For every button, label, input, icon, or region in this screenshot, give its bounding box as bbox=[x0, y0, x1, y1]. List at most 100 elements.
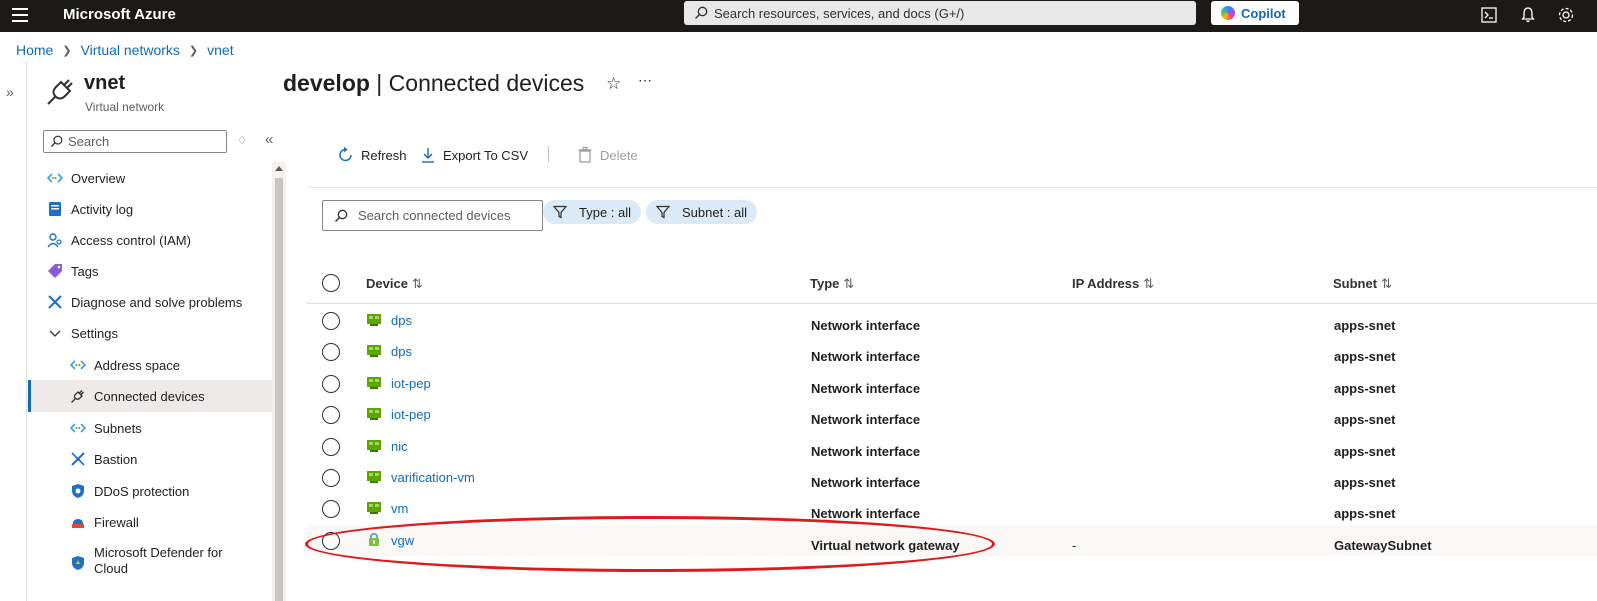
device-name-link[interactable]: dps bbox=[391, 344, 412, 359]
more-options-icon[interactable]: ⋯ bbox=[638, 72, 653, 89]
defender-icon bbox=[72, 556, 84, 570]
menu-item-overview[interactable]: Overview bbox=[28, 162, 272, 194]
menu-item-label: Diagnose and solve problems bbox=[71, 294, 243, 310]
row-select-radio[interactable] bbox=[322, 438, 340, 456]
nic-icon bbox=[367, 377, 381, 389]
notifications-bell-icon[interactable] bbox=[1519, 6, 1537, 24]
table-row[interactable]: iot-pep Network interface apps-snet bbox=[307, 368, 1597, 399]
menu-item-access-control[interactable]: Access control (IAM) bbox=[28, 224, 272, 256]
collapse-menu-icon[interactable]: « bbox=[265, 131, 273, 148]
row-select-radio[interactable] bbox=[322, 532, 340, 550]
hamburger-menu-icon[interactable] bbox=[12, 8, 28, 22]
chevron-right-icon: ❯ bbox=[62, 44, 72, 57]
device-name-link[interactable]: varification-vm bbox=[391, 470, 475, 485]
table-row[interactable]: iot-pep Network interface apps-snet bbox=[307, 399, 1597, 430]
copilot-button[interactable]: Copilot bbox=[1211, 1, 1299, 25]
cloud-shell-icon[interactable] bbox=[1480, 6, 1498, 24]
select-all-radio[interactable] bbox=[322, 274, 340, 292]
nic-icon bbox=[367, 345, 381, 357]
device-name-link[interactable]: iot-pep bbox=[391, 376, 431, 391]
menu-item-label: Address space bbox=[94, 357, 180, 373]
scrollbar-thumb[interactable] bbox=[275, 178, 283, 601]
type-filter-pill[interactable]: Type : all bbox=[543, 200, 642, 224]
device-name-link[interactable]: nic bbox=[391, 439, 408, 454]
breadcrumb-home[interactable]: Home bbox=[16, 42, 53, 58]
column-header-subnet[interactable]: Subnet ⇅ bbox=[1333, 276, 1392, 292]
column-header-device[interactable]: Device ⇅ bbox=[366, 276, 423, 292]
portal-brand[interactable]: Microsoft Azure bbox=[63, 6, 176, 23]
resource-type: Virtual network bbox=[85, 100, 165, 114]
menu-item-activity-log[interactable]: Activity log bbox=[28, 193, 272, 225]
table-row[interactable]: varification-vm Network interface apps-s… bbox=[307, 462, 1597, 493]
menu-group-settings[interactable]: Settings bbox=[28, 317, 272, 349]
device-ip: - bbox=[1072, 538, 1077, 553]
export-csv-button[interactable]: Export To CSV bbox=[419, 145, 528, 165]
menu-item-ddos-protection[interactable]: DDoS protection bbox=[28, 475, 272, 507]
favorite-star-icon[interactable]: ☆ bbox=[606, 74, 621, 94]
menu-item-label: Tags bbox=[71, 263, 99, 279]
devices-grid-header: Device ⇅ Type ⇅ IP Address ⇅ Subnet ⇅ bbox=[307, 268, 1597, 304]
device-name-link[interactable]: iot-pep bbox=[391, 407, 431, 422]
device-name-link[interactable]: dps bbox=[391, 313, 412, 328]
tag-icon bbox=[48, 264, 62, 278]
sort-arrows-icon: ⇅ bbox=[1143, 276, 1155, 291]
row-select-radio[interactable] bbox=[322, 469, 340, 487]
refresh-button[interactable]: Refresh bbox=[337, 145, 407, 165]
menu-item-diagnose[interactable]: Diagnose and solve problems bbox=[28, 286, 272, 318]
delete-button[interactable]: Delete bbox=[576, 145, 638, 165]
resource-name: vnet bbox=[84, 72, 126, 94]
scroll-up-arrow-icon[interactable] bbox=[275, 166, 283, 171]
row-select-radio[interactable] bbox=[322, 343, 340, 361]
menu-item-label: Activity log bbox=[71, 201, 134, 217]
row-select-radio[interactable] bbox=[322, 406, 340, 424]
settings-gear-icon[interactable] bbox=[1557, 6, 1575, 24]
global-search-input[interactable]: Search resources, services, and docs (G+… bbox=[684, 1, 1196, 25]
sort-arrows-icon: ⇅ bbox=[411, 276, 423, 291]
nic-icon bbox=[367, 314, 381, 326]
expand-rail-icon[interactable]: » bbox=[6, 84, 14, 100]
menu-item-address-space[interactable]: Address space bbox=[28, 349, 272, 381]
device-subnet: apps-snet bbox=[1334, 475, 1396, 490]
table-row[interactable]: vgw Virtual network gateway - GatewaySub… bbox=[307, 525, 1597, 556]
iam-icon bbox=[47, 233, 62, 248]
collapsed-left-rail: » bbox=[0, 62, 27, 601]
device-name-link[interactable]: vm bbox=[391, 501, 408, 516]
table-row[interactable]: dps Network interface apps-snet bbox=[307, 305, 1597, 336]
firewall-icon bbox=[72, 519, 84, 528]
menu-item-connected-devices[interactable]: Connected devices bbox=[28, 380, 272, 412]
table-row[interactable]: vm Network interface apps-snet bbox=[307, 493, 1597, 524]
row-select-radio[interactable] bbox=[322, 375, 340, 393]
device-type: Network interface bbox=[811, 475, 921, 490]
subnet-icon bbox=[70, 423, 86, 433]
table-row[interactable]: nic Network interface apps-snet bbox=[307, 431, 1597, 462]
column-header-type[interactable]: Type ⇅ bbox=[810, 276, 854, 292]
menu-item-defender[interactable]: Microsoft Defender for Cloud bbox=[28, 545, 272, 581]
menu-search-input[interactable]: Search bbox=[43, 130, 227, 153]
device-name-link[interactable]: vgw bbox=[391, 533, 414, 548]
device-subnet: apps-snet bbox=[1334, 349, 1396, 364]
shield-icon bbox=[72, 484, 84, 498]
menu-item-firewall[interactable]: Firewall bbox=[28, 506, 272, 538]
column-header-ip-address[interactable]: IP Address ⇅ bbox=[1072, 276, 1154, 292]
breadcrumb-virtual-networks[interactable]: Virtual networks bbox=[81, 42, 180, 58]
toolbar-divider bbox=[548, 146, 549, 162]
row-select-radio[interactable] bbox=[322, 500, 340, 518]
copilot-icon bbox=[1221, 6, 1235, 20]
chevron-down-icon bbox=[49, 330, 61, 337]
menu-item-tags[interactable]: Tags bbox=[28, 255, 272, 287]
chevron-right-icon: ❯ bbox=[188, 44, 199, 57]
row-select-radio[interactable] bbox=[322, 312, 340, 330]
subnet-filter-pill[interactable]: Subnet : all bbox=[646, 200, 758, 224]
connected-devices-search-input[interactable]: Search connected devices bbox=[322, 200, 543, 231]
menu-scrollbar[interactable] bbox=[272, 162, 286, 601]
menu-sort-toggle-icon[interactable]: ♢ bbox=[237, 134, 247, 147]
menu-item-label: Subnets bbox=[94, 420, 142, 436]
breadcrumb: Home ❯ Virtual networks ❯ vnet bbox=[16, 42, 234, 58]
menu-item-bastion[interactable]: Bastion bbox=[28, 443, 272, 475]
page-title-resource: develop bbox=[283, 70, 370, 96]
breadcrumb-vnet[interactable]: vnet bbox=[207, 42, 233, 58]
column-header-label: Device bbox=[366, 276, 408, 291]
table-row[interactable]: dps Network interface apps-snet bbox=[307, 336, 1597, 367]
device-type: Network interface bbox=[811, 444, 921, 459]
menu-item-subnets[interactable]: Subnets bbox=[28, 412, 272, 444]
